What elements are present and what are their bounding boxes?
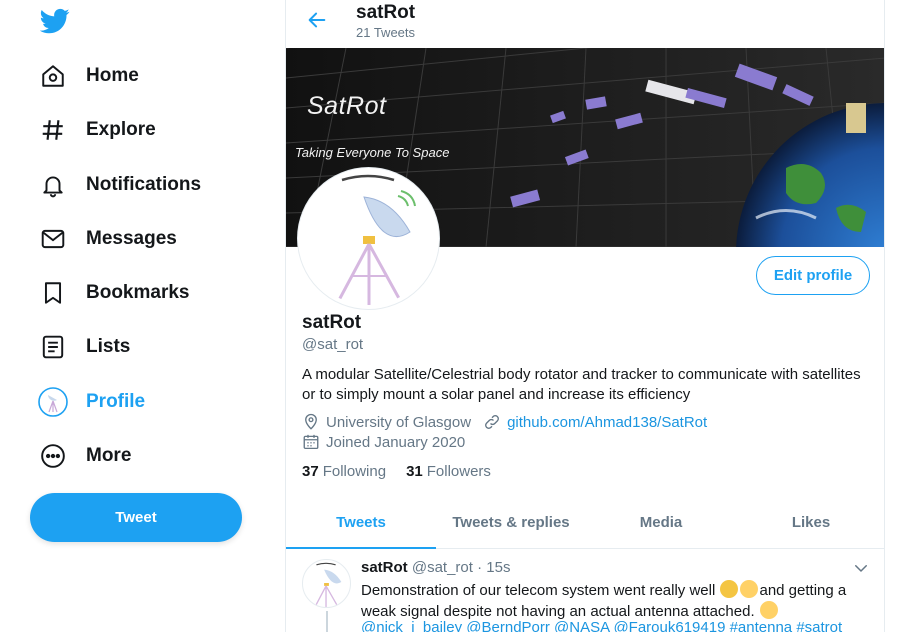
profile-handle: @sat_rot [302, 336, 364, 353]
sidebar-item-more[interactable]: More [38, 436, 131, 476]
sidebar-item-label: Home [86, 65, 139, 86]
tab-media[interactable]: Media [586, 497, 736, 548]
tweet-item[interactable]: satRot @sat_rot · 15s Demonstration of o… [286, 549, 884, 632]
sidebar-item-profile[interactable]: Profile [38, 382, 145, 422]
sidebar-item-label: Explore [86, 119, 156, 140]
list-icon [38, 332, 68, 362]
sidebar-item-bookmarks[interactable]: Bookmarks [38, 273, 190, 313]
profile-joined-date: Joined January 2020 [326, 433, 466, 451]
bookmark-icon [38, 278, 68, 308]
tab-tweets[interactable]: Tweets [286, 497, 436, 549]
thread-line [326, 611, 328, 632]
followers-count: 31 [406, 463, 423, 480]
chevron-down-icon[interactable] [852, 559, 870, 577]
profile-avatar[interactable] [298, 168, 439, 309]
sidebar-item-label: Messages [86, 228, 177, 249]
following-count: 37 [302, 463, 319, 480]
following-label: Following [322, 463, 387, 480]
profile-name: satRot [302, 312, 362, 333]
back-arrow-icon[interactable] [306, 9, 328, 31]
sidebar-item-home[interactable]: Home [38, 56, 139, 96]
tweet-header: satRot @sat_rot · 15s [361, 559, 510, 576]
sidebar-item-lists[interactable]: Lists [38, 327, 130, 367]
tweet-text: Demonstration of our telecom system went… [361, 580, 871, 621]
twitter-bird-icon[interactable] [39, 6, 70, 36]
sidebar-item-messages[interactable]: Messages [38, 219, 177, 259]
tweet-separator: · [477, 559, 483, 576]
tweet-author-handle[interactable]: @sat_rot [412, 559, 473, 576]
profile-meta-row: University of Glasgow github.com/Ahmad13… [302, 413, 707, 431]
profile-website-link[interactable]: github.com/Ahmad138/SatRot [507, 414, 707, 431]
sidebar-item-explore[interactable]: Explore [38, 110, 156, 150]
profile-joined-row: Joined January 2020 [302, 433, 465, 451]
profile-location: University of Glasgow [326, 413, 472, 431]
tweet-time[interactable]: 15s [486, 559, 510, 576]
follow-counts: 37 Following 31 Followers [302, 463, 491, 480]
sidebar-item-label: More [86, 445, 132, 466]
following-link[interactable]: 37 Following [302, 463, 386, 480]
tweet-avatar[interactable] [302, 559, 351, 608]
followers-label: Followers [426, 463, 491, 480]
tweet-mentions[interactable]: @nick_j_bailey @BerndPorr @NASA @Farouk6… [361, 619, 842, 632]
bell-icon [38, 170, 68, 200]
tab-tweets-replies[interactable]: Tweets & replies [436, 497, 586, 548]
profile-tabs: Tweets Tweets & replies Media Likes [286, 497, 884, 549]
party-face-emoji-icon [720, 580, 739, 598]
link-icon [483, 413, 501, 431]
tab-likes[interactable]: Likes [736, 497, 884, 548]
followers-link[interactable]: 31 Followers [406, 463, 491, 480]
profile-header-bar: satRot 21 Tweets [286, 0, 884, 48]
banner-tagline: Taking Everyone To Space [295, 145, 450, 160]
tweet-text-part1: Demonstration of our telecom system went… [361, 582, 716, 599]
tweet-button[interactable]: Tweet [30, 493, 242, 542]
sidebar: Home Explore Notifications Messages Book… [0, 0, 286, 632]
sidebar-item-notifications[interactable]: Notifications [38, 165, 201, 205]
tweet-author-name[interactable]: satRot [361, 559, 408, 576]
profile-column: satRot 21 Tweets SatRot Taking Everyone … [285, 0, 885, 632]
home-icon [38, 61, 68, 91]
satellite-dish-logo-icon [336, 174, 416, 305]
location-pin-icon [302, 413, 320, 431]
sidebar-item-label: Bookmarks [86, 282, 190, 303]
calendar-icon [302, 433, 320, 451]
satellite-dish-logo-icon [314, 562, 342, 607]
sweat-smile-emoji-icon [759, 600, 778, 619]
sidebar-item-label: Profile [86, 391, 146, 412]
sidebar-item-label: Notifications [86, 174, 202, 195]
profile-bio: A modular Satellite/Celestrial body rota… [302, 366, 861, 403]
page-title: satRot [356, 2, 416, 23]
avatar-icon [38, 387, 68, 417]
more-circle-icon [38, 441, 68, 471]
envelope-icon [38, 224, 68, 254]
tweet-count: 21 Tweets [356, 25, 416, 40]
banner-title: SatRot [307, 92, 387, 120]
hashtag-icon [38, 115, 68, 145]
edit-profile-button[interactable]: Edit profile [756, 256, 870, 295]
sidebar-item-label: Lists [86, 336, 131, 357]
relieved-face-emoji-icon [740, 580, 759, 598]
